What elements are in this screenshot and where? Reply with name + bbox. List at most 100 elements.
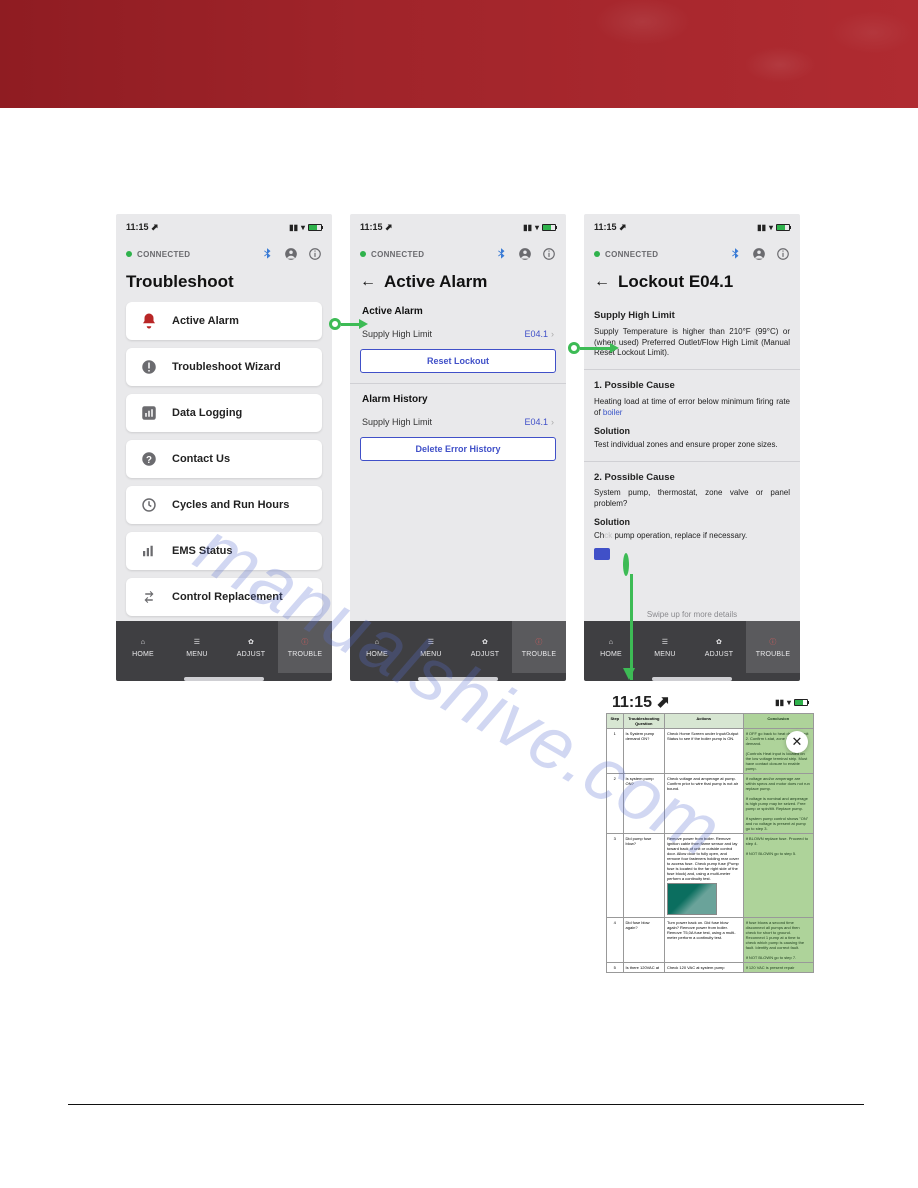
tab-label: HOME <box>132 651 154 658</box>
status-time: 11:15 ⬈ <box>360 222 393 233</box>
table-row: 3Did pump fuse blow?Remove power from bo… <box>607 834 814 918</box>
menu-item-wizard[interactable]: Troubleshoot Wizard <box>126 348 322 386</box>
menu-item-data-logging[interactable]: Data Logging <box>126 394 322 432</box>
gear-icon: ✿ <box>245 636 257 648</box>
phone-troubleshoot: 11:15 ⬈ ▮▮ ▾ CONNECTED Troubleshoot <box>116 214 332 681</box>
clock-icon <box>140 496 158 514</box>
bluetooth-icon[interactable] <box>494 247 508 261</box>
tab-bar: ⌂ HOME ☰MENU ✿ ADJUST ⓘTROUBLE <box>116 621 332 673</box>
profile-icon[interactable] <box>518 247 532 261</box>
phones-row: 11:15 ⬈ ▮▮ ▾ CONNECTED Troubleshoot <box>116 214 818 684</box>
menu-label: Data Logging <box>172 407 242 419</box>
pdf-icon[interactable] <box>594 548 610 560</box>
tab-label: ADJUST <box>705 651 733 658</box>
status-icons: ▮▮▾ <box>757 223 790 232</box>
alarm-code: E04.1› <box>524 417 554 427</box>
text-supply: Supply Temperature is higher than 210°F … <box>594 327 790 359</box>
profile-icon[interactable] <box>284 247 298 261</box>
tab-trouble[interactable]: ⓘTROUBLE <box>746 621 800 673</box>
guide-arrow-2 <box>568 342 619 354</box>
alarm-row-history[interactable]: Supply High Limit E04.1› <box>360 413 556 437</box>
help-icon: ⓘ <box>299 636 311 648</box>
back-icon[interactable]: ← <box>360 274 376 290</box>
info-icon[interactable] <box>542 247 556 261</box>
th-step: Step <box>607 714 624 729</box>
connection-row: CONNECTED <box>584 240 800 268</box>
menu-label: Troubleshoot Wizard <box>172 361 281 373</box>
tab-label: ADJUST <box>237 651 265 658</box>
bluetooth-icon[interactable] <box>260 247 274 261</box>
info-icon[interactable] <box>308 247 322 261</box>
alarm-row-active[interactable]: Supply High Limit E04.1› <box>360 325 556 349</box>
tab-home[interactable]: ⌂HOME <box>350 621 404 673</box>
th-conclusion: Conclusion <box>743 714 813 729</box>
document-scroll-area[interactable]: ✕ Step Troubleshooting Question Actions … <box>602 713 818 989</box>
divider <box>584 461 800 462</box>
replace-icon <box>140 588 158 606</box>
tab-adjust[interactable]: ✿ ADJUST <box>224 621 278 673</box>
profile-icon[interactable] <box>752 247 766 261</box>
connection-row: CONNECTED <box>350 240 566 268</box>
footer-rule <box>68 1104 864 1105</box>
boiler-link[interactable]: boiler <box>603 408 623 417</box>
menu-item-cycles[interactable]: Cycles and Run Hours <box>126 486 322 524</box>
bars2-icon <box>140 542 158 560</box>
bars-icon <box>140 404 158 422</box>
tab-label: MENU <box>186 651 207 658</box>
status-icons: ▮▮▾ <box>523 223 556 232</box>
page-title: Troubleshoot <box>126 272 234 292</box>
alarm-name: Supply High Limit <box>362 417 432 427</box>
tab-home[interactable]: ⌂ HOME <box>116 621 170 673</box>
tab-menu[interactable]: ☰MENU <box>638 621 692 673</box>
connection-label: CONNECTED <box>137 250 190 259</box>
home-icon: ⌂ <box>137 636 149 648</box>
status-bar: 11:15 ⬈ ▮▮▾ <box>602 691 818 713</box>
tab-adjust[interactable]: ✿ADJUST <box>458 621 512 673</box>
close-button[interactable]: ✕ <box>786 731 808 753</box>
status-bar: 11:15 ⬈ ▮▮▾ <box>584 214 800 240</box>
delete-history-button[interactable]: Delete Error History <box>360 437 556 461</box>
guide-arrow-1 <box>329 318 368 330</box>
connection-dot-icon <box>594 251 600 257</box>
bluetooth-icon[interactable] <box>728 247 742 261</box>
phone-document-view: 11:15 ⬈ ▮▮▾ ✕ Step Troubleshooting Quest… <box>602 691 818 989</box>
tab-label: ADJUST <box>471 651 499 658</box>
tab-trouble[interactable]: ⓘTROUBLE <box>512 621 566 673</box>
text-cause-2: System pump, thermostat, zone valve or p… <box>594 488 790 510</box>
table-row: 4Did fuse blow again?Turn power back on.… <box>607 918 814 963</box>
alert-icon <box>140 358 158 376</box>
back-icon[interactable]: ← <box>594 274 610 290</box>
alarm-name: Supply High Limit <box>362 329 432 339</box>
tab-label: MENU <box>654 651 675 658</box>
menu-label: Contact Us <box>172 453 230 465</box>
tab-bar: ⌂HOME ☰MENU ✿ADJUST ⓘTROUBLE <box>350 621 566 673</box>
page-title: Lockout E04.1 <box>618 272 733 292</box>
wifi-icon: ▾ <box>301 223 305 232</box>
text-solution-1: Test individual zones and ensure proper … <box>594 440 790 451</box>
question-icon: ? <box>140 450 158 468</box>
tab-adjust[interactable]: ✿ADJUST <box>692 621 746 673</box>
status-icons: ▮▮▾ <box>775 698 808 707</box>
guide-arrow-3 <box>623 556 639 692</box>
tab-label: MENU <box>420 651 441 658</box>
status-bar: 11:15 ⬈ ▮▮▾ <box>350 214 566 240</box>
page-title: Active Alarm <box>384 272 487 292</box>
tab-trouble[interactable]: ⓘTROUBLE <box>278 621 332 673</box>
tab-menu[interactable]: ☰MENU <box>404 621 458 673</box>
section-active-alarm: Active Alarm <box>362 306 554 317</box>
swipe-hint: Swipe up for more details <box>584 604 800 621</box>
menu-item-control-replace[interactable]: Control Replacement <box>126 578 322 616</box>
tab-menu[interactable]: ☰MENU <box>170 621 224 673</box>
info-icon[interactable] <box>776 247 790 261</box>
connection-row: CONNECTED <box>116 240 332 268</box>
menu-item-contact[interactable]: ? Contact Us <box>126 440 322 478</box>
table-row: 2Is system pump ON?Check voltage and amp… <box>607 774 814 834</box>
home-indicator <box>418 677 498 681</box>
status-icons: ▮▮ ▾ <box>289 223 322 232</box>
pcb-image <box>667 883 717 915</box>
battery-icon <box>308 224 322 231</box>
heading-cause-1: 1. Possible Cause <box>594 380 790 393</box>
menu-item-active-alarm[interactable]: Active Alarm <box>126 302 322 340</box>
menu-item-ems[interactable]: EMS Status <box>126 532 322 570</box>
reset-lockout-button[interactable]: Reset Lockout <box>360 349 556 373</box>
